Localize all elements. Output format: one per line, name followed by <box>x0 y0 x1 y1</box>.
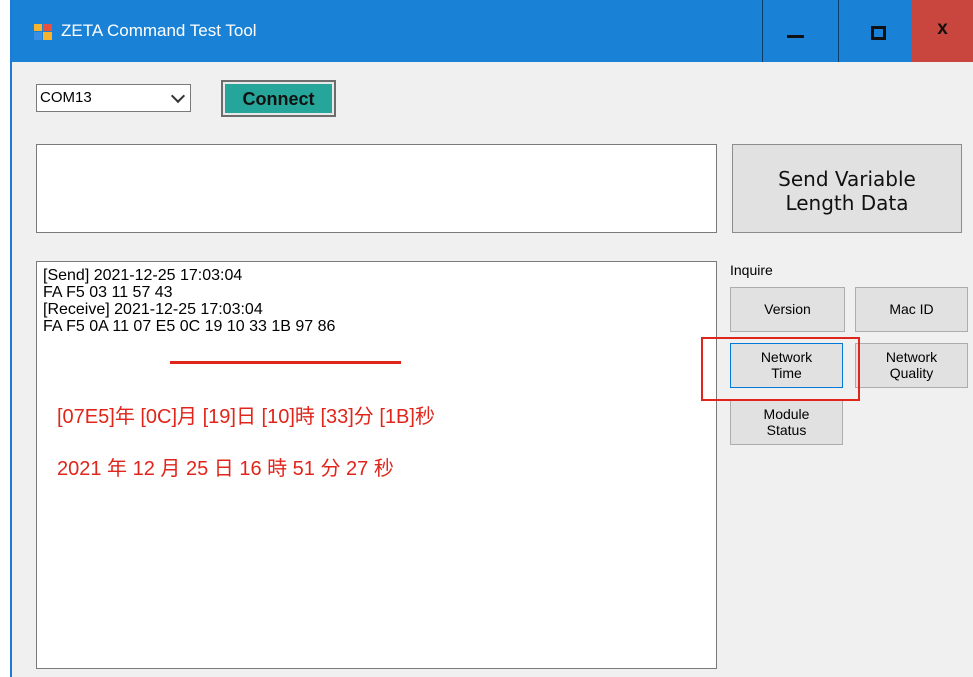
mac-id-label: Mac ID <box>889 301 934 317</box>
window-title: ZETA Command Test Tool <box>61 21 257 40</box>
connect-label: Connect <box>242 89 315 109</box>
maximize-icon <box>871 26 886 40</box>
chevron-down-icon <box>170 88 186 104</box>
module-status-button[interactable]: Module Status <box>730 400 843 445</box>
annotation-decoded: 2021 年 12 月 25 日 16 時 51 分 27 秒 <box>57 458 394 480</box>
module-status-label-1: Module <box>763 406 810 422</box>
module-status-label-2: Status <box>766 422 807 438</box>
close-icon: x <box>937 18 948 39</box>
connect-button[interactable]: Connect <box>221 80 336 117</box>
inquire-label: Inquire <box>730 262 773 278</box>
minimize-icon <box>787 35 804 38</box>
com-port-select[interactable]: COM13 <box>36 84 191 112</box>
send-label-line2: Length Data <box>785 191 909 215</box>
network-quality-label-2: Quality <box>889 365 934 381</box>
log-line: [Send] 2021-12-25 17:03:04 <box>43 267 243 284</box>
log-line: FA F5 0A 11 07 E5 0C 19 10 33 1B 97 86 <box>43 318 336 335</box>
log-line: FA F5 03 11 57 43 <box>43 284 173 301</box>
version-button[interactable]: Version <box>730 287 845 332</box>
title-bar[interactable]: ZETA Command Test Tool x <box>12 0 973 62</box>
close-button[interactable]: x <box>912 0 973 62</box>
version-label: Version <box>764 301 811 317</box>
app-icon <box>34 24 52 40</box>
annotation-hex: [07E5]年 [0C]月 [19]日 [10]時 [33]分 [1B]秒 <box>57 406 435 428</box>
log-output[interactable]: [Send] 2021-12-25 17:03:04 FA F5 03 11 5… <box>36 261 717 669</box>
com-port-value: COM13 <box>40 89 92 106</box>
send-label-line1: Send Variable <box>778 167 916 191</box>
highlight-underline <box>170 361 401 364</box>
app-window: ZETA Command Test Tool x COM13 Connect S… <box>10 0 973 677</box>
send-variable-label: Send Variable Length Data <box>733 167 961 215</box>
network-time-highlight-box <box>701 337 860 401</box>
log-line: [Receive] 2021-12-25 17:03:04 <box>43 301 263 318</box>
network-quality-button[interactable]: Network Quality <box>855 343 968 388</box>
send-data-input[interactable] <box>36 144 717 233</box>
send-variable-length-button[interactable]: Send Variable Length Data <box>732 144 962 233</box>
mac-id-button[interactable]: Mac ID <box>855 287 968 332</box>
maximize-button[interactable] <box>838 0 902 62</box>
minimize-button[interactable] <box>762 0 826 62</box>
network-quality-label-1: Network <box>885 349 938 365</box>
